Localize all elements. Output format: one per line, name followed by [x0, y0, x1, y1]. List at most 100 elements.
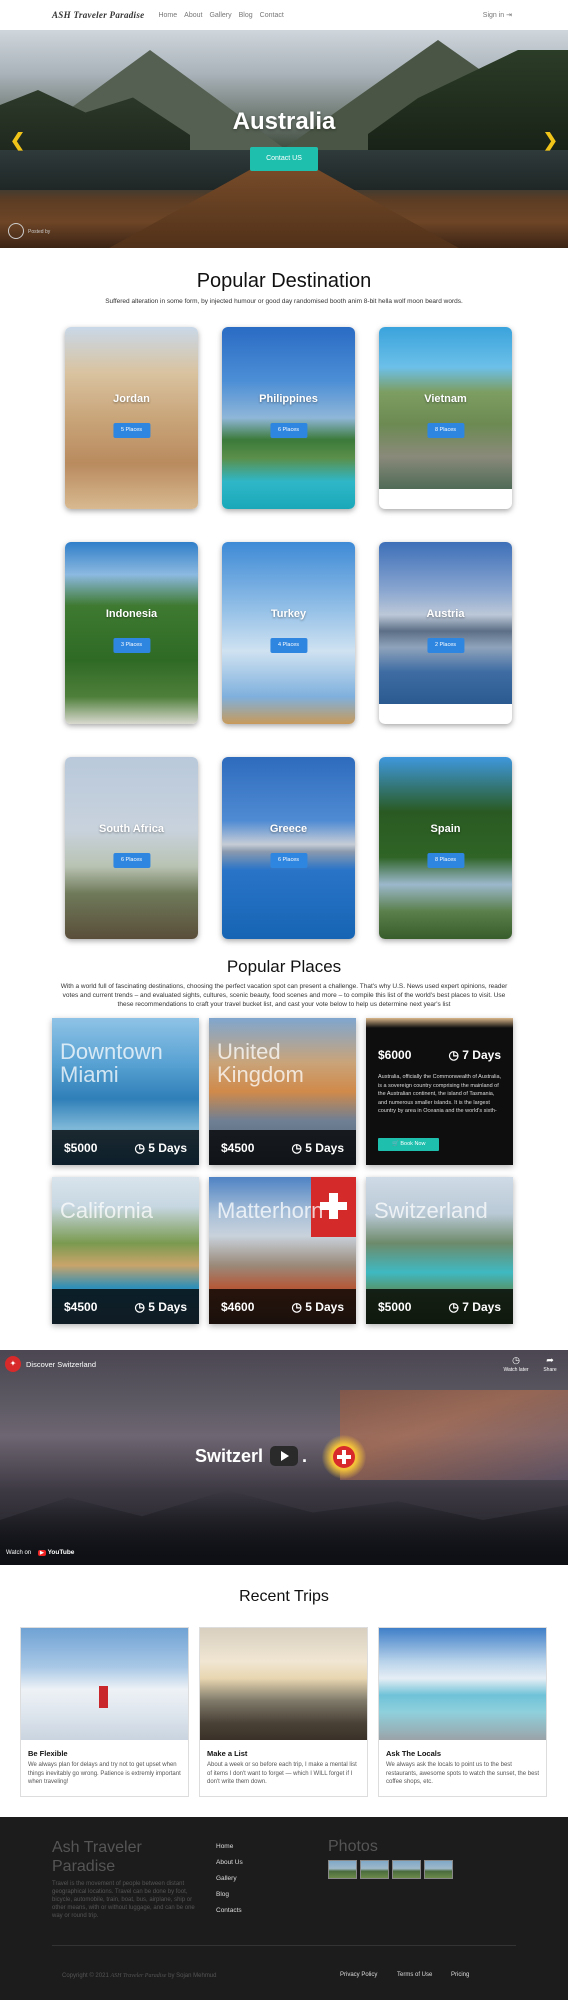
nav-blog[interactable]: Blog: [239, 12, 253, 19]
top-navbar: ASH Traveler Paradise Home About Gallery…: [0, 0, 568, 30]
place-info-bar: $4600 ◷ 5 Days: [209, 1289, 356, 1324]
trip-card[interactable]: Make a List About a week or so before ea…: [199, 1627, 368, 1797]
places-badge[interactable]: 4 Places: [269, 638, 308, 653]
clock-icon: ◷: [134, 1141, 145, 1155]
place-name: California: [60, 1198, 153, 1223]
trip-card[interactable]: Be Flexible We always plan for delays an…: [20, 1627, 189, 1797]
footer-photo-thumb[interactable]: [424, 1860, 453, 1879]
duration: ◷ 5 Days: [134, 1141, 187, 1155]
avatar: [8, 223, 24, 239]
footer-link-about[interactable]: About Us: [216, 1859, 243, 1866]
trip-title: Be Flexible: [28, 1749, 68, 1758]
trip-title: Make a List: [207, 1749, 248, 1758]
places-badge[interactable]: 6 Places: [269, 423, 308, 438]
footer-photo-thumb[interactable]: [360, 1860, 389, 1879]
copyright: Copyright © 2021 ASH Traveler Paradise b…: [62, 1973, 217, 1979]
destination-card[interactable]: Jordan 5 Places: [65, 327, 198, 509]
place-card[interactable]: Matterhorn $4600 ◷ 5 Days: [209, 1177, 356, 1324]
share-label[interactable]: Share: [538, 1367, 562, 1373]
clock-icon: ◷: [448, 1048, 459, 1062]
terms-of-use-link[interactable]: Terms of Use: [397, 1972, 432, 1978]
footer-link-home[interactable]: Home: [216, 1843, 233, 1850]
hero-title: Australia: [232, 108, 336, 135]
place-card[interactable]: California $4500 ◷ 5 Days: [52, 1177, 199, 1324]
youtube-video-embed[interactable]: ✦ Discover Switzerland ◷ Watch later ➦ S…: [0, 1350, 568, 1565]
nav-gallery[interactable]: Gallery: [209, 12, 231, 19]
video-title[interactable]: Discover Switzerland: [26, 1360, 96, 1369]
footer-link-gallery[interactable]: Gallery: [216, 1875, 237, 1882]
place-overlay: $6000 ◷ 7 Days Australia, officially the…: [366, 1018, 513, 1165]
nav-contact[interactable]: Contact: [260, 12, 284, 19]
sign-in-link[interactable]: Sign in ⇥: [483, 11, 512, 19]
destination-name: Jordan: [113, 393, 150, 405]
contact-us-button[interactable]: Contact US: [250, 147, 318, 171]
price: $5000: [64, 1141, 98, 1155]
site-footer: Ash Traveler Paradise Travel is the move…: [0, 1817, 568, 2000]
places-badge[interactable]: 8 Places: [426, 423, 465, 438]
chevron-right-icon[interactable]: ❯: [543, 130, 558, 151]
play-icon: [281, 1451, 289, 1461]
destination-card[interactable]: Greece 6 Places: [222, 757, 355, 939]
place-card-hover[interactable]: $6000 ◷ 7 Days Australia, officially the…: [366, 1018, 513, 1165]
clock-icon[interactable]: ◷: [506, 1355, 526, 1366]
place-description: Australia, officially the Commonwealth o…: [378, 1074, 502, 1114]
nav-about[interactable]: About: [184, 12, 202, 19]
places-badge[interactable]: 6 Places: [112, 853, 151, 868]
place-info-bar: $4500 ◷ 5 Days: [52, 1289, 199, 1324]
places-badge[interactable]: 2 Places: [426, 638, 465, 653]
footer-about: Travel is the movement of people between…: [52, 1881, 195, 1919]
footer-photo-thumb[interactable]: [392, 1860, 421, 1879]
places-subtitle: With a world full of fascinating destina…: [60, 983, 508, 1008]
places-badge[interactable]: 5 Places: [112, 423, 151, 438]
destination-card[interactable]: Spain 8 Places: [379, 757, 512, 939]
privacy-policy-link[interactable]: Privacy Policy: [340, 1972, 377, 1978]
destination-name: Vietnam: [424, 393, 467, 405]
destination-card[interactable]: Turkey 4 Places: [222, 542, 355, 724]
book-now-button[interactable]: 🛒 Book Now: [378, 1138, 440, 1151]
duration: ◷ 5 Days: [134, 1300, 187, 1314]
destination-card[interactable]: Indonesia 3 Places: [65, 542, 198, 724]
chevron-left-icon[interactable]: ❮: [10, 130, 25, 151]
destination-card[interactable]: Philippines 6 Places: [222, 327, 355, 509]
destination-name: Turkey: [270, 608, 307, 620]
places-badge[interactable]: 3 Places: [112, 638, 151, 653]
swiss-sun-logo: [322, 1435, 366, 1479]
places-heading: Popular Places: [226, 957, 342, 976]
destination-card[interactable]: South Africa 6 Places: [65, 757, 198, 939]
place-info-bar: $4500 ◷ 5 Days: [209, 1130, 356, 1165]
destination-image: [379, 542, 512, 704]
footer-brand: Ash Traveler Paradise: [52, 1839, 142, 1875]
footer-link-blog[interactable]: Blog: [216, 1891, 229, 1898]
price: $5000: [378, 1300, 412, 1314]
clock-icon: ◷: [134, 1300, 145, 1314]
pricing-link[interactable]: Pricing: [451, 1972, 469, 1978]
destination-name: South Africa: [99, 823, 164, 835]
channel-avatar[interactable]: ✦: [5, 1356, 21, 1372]
duration: ◷ 5 Days: [291, 1300, 344, 1314]
watch-later-label[interactable]: Watch later: [498, 1367, 534, 1373]
trip-text: We always plan for delays and try not to…: [28, 1762, 181, 1785]
places-badge[interactable]: 8 Places: [426, 853, 465, 868]
destination-name: Indonesia: [105, 608, 158, 620]
watch-on-label: Watch on: [6, 1550, 32, 1556]
place-name: Downtown Miami: [60, 1039, 163, 1087]
place-info-bar: $5000 ◷ 7 Days: [366, 1289, 513, 1324]
place-card[interactable]: United Kingdom $4500 ◷ 5 Days: [209, 1018, 356, 1165]
play-button[interactable]: [270, 1446, 298, 1466]
brand-logo[interactable]: ASH Traveler Paradise: [52, 10, 144, 20]
place-card[interactable]: Downtown Miami $5000 ◷ 5 Days: [52, 1018, 199, 1165]
trip-card[interactable]: Ask The Locals We always ask the locals …: [378, 1627, 547, 1797]
destination-image: [379, 327, 512, 489]
trip-image: [21, 1628, 188, 1740]
place-name: Switzerland: [374, 1198, 488, 1223]
destination-card[interactable]: Vietnam 8 Places: [379, 327, 512, 509]
places-badge[interactable]: 6 Places: [269, 853, 308, 868]
destination-card[interactable]: Austria 2 Places: [379, 542, 512, 724]
share-icon[interactable]: ➦: [540, 1355, 560, 1366]
nav-home[interactable]: Home: [158, 12, 177, 19]
footer-photo-thumb[interactable]: [328, 1860, 357, 1879]
place-card[interactable]: Switzerland $5000 ◷ 7 Days: [366, 1177, 513, 1324]
youtube-logo[interactable]: ▶ YouTube: [38, 1549, 74, 1556]
footer-link-contacts[interactable]: Contacts: [216, 1907, 242, 1914]
duration: ◷ 5 Days: [291, 1141, 344, 1155]
